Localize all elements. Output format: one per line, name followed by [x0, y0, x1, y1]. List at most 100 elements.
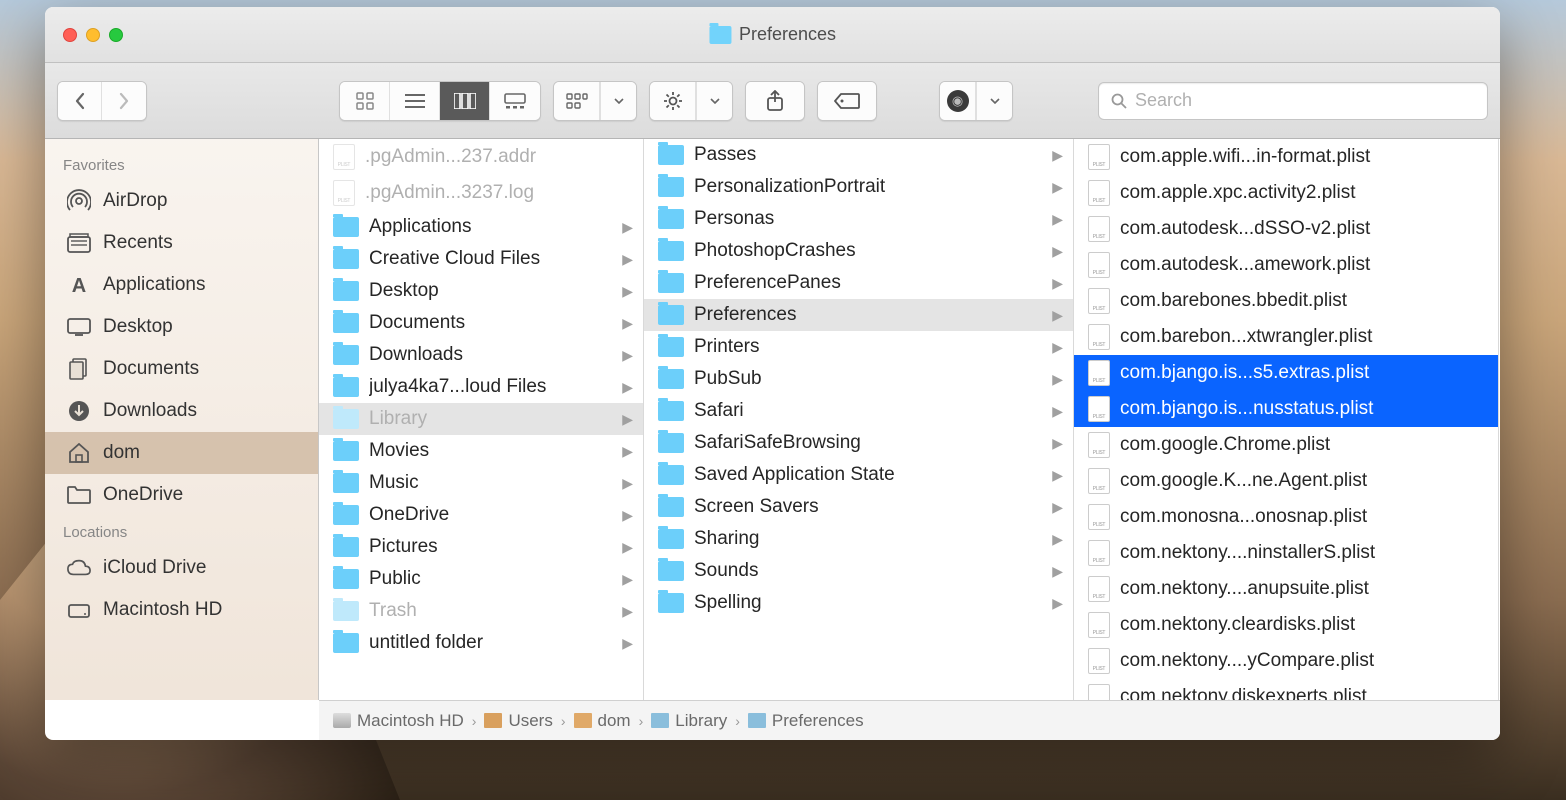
- sidebar-item-applications[interactable]: AApplications: [45, 264, 318, 306]
- arrange-group: [553, 81, 637, 121]
- file-item[interactable]: com.google.K...ne.Agent.plist: [1074, 463, 1498, 499]
- folder-item[interactable]: OneDrive▶: [319, 499, 643, 531]
- icon-view-button[interactable]: [340, 82, 390, 120]
- plist-file-icon: [1088, 648, 1110, 674]
- item-label: Preferences: [694, 304, 1042, 326]
- folder-icon: [658, 273, 684, 293]
- search-input[interactable]: [1135, 90, 1475, 111]
- folder-item[interactable]: Printers▶: [644, 331, 1073, 363]
- folder-item[interactable]: PubSub▶: [644, 363, 1073, 395]
- sidebar-item-desktop[interactable]: Desktop: [45, 306, 318, 348]
- file-item[interactable]: com.nektony....anupsuite.plist: [1074, 571, 1498, 607]
- path-segment[interactable]: Macintosh HD: [333, 711, 464, 731]
- path-segment[interactable]: dom: [574, 711, 631, 731]
- plist-file-icon: [1088, 504, 1110, 530]
- chevron-right-icon: ▶: [622, 379, 633, 396]
- sidebar-item-dom[interactable]: dom: [45, 432, 318, 474]
- file-item[interactable]: com.autodesk...amework.plist: [1074, 247, 1498, 283]
- back-button[interactable]: [58, 82, 102, 120]
- folder-item[interactable]: Public▶: [319, 563, 643, 595]
- folder-item[interactable]: Desktop▶: [319, 275, 643, 307]
- folder-item[interactable]: Personas▶: [644, 203, 1073, 235]
- file-item[interactable]: com.bjango.is...nusstatus.plist: [1074, 391, 1498, 427]
- folder-icon: [67, 483, 91, 507]
- forward-button[interactable]: [102, 82, 146, 120]
- path-segment[interactable]: Preferences: [748, 711, 864, 731]
- view-buttons: [339, 81, 541, 121]
- item-label: PubSub: [694, 368, 1042, 390]
- folder-item[interactable]: Library▶: [319, 403, 643, 435]
- action-group: [649, 81, 733, 121]
- quicklook-dropdown[interactable]: [976, 82, 1012, 120]
- sidebar: FavoritesAirDropRecentsAApplicationsDesk…: [45, 139, 319, 700]
- sidebar-item-downloads[interactable]: Downloads: [45, 390, 318, 432]
- folder-item[interactable]: Spelling▶: [644, 587, 1073, 619]
- file-item[interactable]: com.autodesk...dSSO-v2.plist: [1074, 211, 1498, 247]
- file-item[interactable]: com.barebon...xtwrangler.plist: [1074, 319, 1498, 355]
- path-segment[interactable]: Library: [651, 711, 727, 731]
- sidebar-item-documents[interactable]: Documents: [45, 348, 318, 390]
- folder-item[interactable]: Creative Cloud Files▶: [319, 243, 643, 275]
- share-button[interactable]: [746, 82, 804, 120]
- folder-item[interactable]: julya4ka7...loud Files▶: [319, 371, 643, 403]
- sidebar-item-macintosh-hd[interactable]: Macintosh HD: [45, 589, 318, 631]
- sidebar-item-recents[interactable]: Recents: [45, 222, 318, 264]
- action-dropdown[interactable]: [696, 82, 732, 120]
- file-item[interactable]: .pgAdmin...3237.log: [319, 175, 643, 211]
- file-item[interactable]: com.nektony....ninstallerS.plist: [1074, 535, 1498, 571]
- file-item[interactable]: com.bjango.is...s5.extras.plist: [1074, 355, 1498, 391]
- chevron-right-icon: ▶: [622, 219, 633, 236]
- arrange-button[interactable]: [554, 82, 600, 120]
- file-item[interactable]: com.barebones.bbedit.plist: [1074, 283, 1498, 319]
- file-item[interactable]: com.apple.xpc.activity2.plist: [1074, 175, 1498, 211]
- folder-item[interactable]: Sharing▶: [644, 523, 1073, 555]
- folder-item[interactable]: Sounds▶: [644, 555, 1073, 587]
- folder-item[interactable]: Safari▶: [644, 395, 1073, 427]
- folder-item[interactable]: Trash▶: [319, 595, 643, 627]
- folder-item[interactable]: Pictures▶: [319, 531, 643, 563]
- sidebar-item-icloud-drive[interactable]: iCloud Drive: [45, 547, 318, 589]
- folder-item[interactable]: Preferences▶: [644, 299, 1073, 331]
- file-item[interactable]: .pgAdmin...237.addr: [319, 139, 643, 175]
- folder-item[interactable]: Documents▶: [319, 307, 643, 339]
- folder-item[interactable]: Downloads▶: [319, 339, 643, 371]
- close-button[interactable]: [63, 28, 77, 42]
- file-item[interactable]: com.google.Chrome.plist: [1074, 427, 1498, 463]
- folder-item[interactable]: Passes▶: [644, 139, 1073, 171]
- file-item[interactable]: com.nektony.cleardisks.plist: [1074, 607, 1498, 643]
- content-area: FavoritesAirDropRecentsAApplicationsDesk…: [45, 139, 1500, 700]
- action-button[interactable]: [650, 82, 696, 120]
- folder-item[interactable]: untitled folder▶: [319, 627, 643, 659]
- file-item[interactable]: com.apple.wifi...in-format.plist: [1074, 139, 1498, 175]
- path-label: Library: [675, 711, 727, 731]
- search-field[interactable]: [1098, 82, 1488, 120]
- folder-item[interactable]: PhotoshopCrashes▶: [644, 235, 1073, 267]
- list-view-button[interactable]: [390, 82, 440, 120]
- gallery-view-button[interactable]: [490, 82, 540, 120]
- quicklook-button[interactable]: ◉: [940, 82, 976, 120]
- folder-item[interactable]: Applications▶: [319, 211, 643, 243]
- arrange-dropdown[interactable]: [600, 82, 636, 120]
- folder-item[interactable]: PreferencePanes▶: [644, 267, 1073, 299]
- minimize-button[interactable]: [86, 28, 100, 42]
- folder-item[interactable]: SafariSafeBrowsing▶: [644, 427, 1073, 459]
- folder-icon: [658, 465, 684, 485]
- folder-item[interactable]: Screen Savers▶: [644, 491, 1073, 523]
- file-item[interactable]: com.nektony.diskexperts.plist: [1074, 679, 1498, 700]
- sidebar-item-airdrop[interactable]: AirDrop: [45, 180, 318, 222]
- column-view-button[interactable]: [440, 82, 490, 120]
- folder-item[interactable]: Saved Application State▶: [644, 459, 1073, 491]
- folder-item[interactable]: Music▶: [319, 467, 643, 499]
- chevron-right-icon: ▶: [622, 251, 633, 268]
- file-item[interactable]: com.monosna...onosnap.plist: [1074, 499, 1498, 535]
- folder-item[interactable]: Movies▶: [319, 435, 643, 467]
- sidebar-item-onedrive[interactable]: OneDrive: [45, 474, 318, 516]
- tag-button[interactable]: [818, 82, 876, 120]
- chevron-right-icon: ▶: [1052, 499, 1063, 516]
- file-item[interactable]: com.nektony....yCompare.plist: [1074, 643, 1498, 679]
- zoom-button[interactable]: [109, 28, 123, 42]
- item-label: com.bjango.is...s5.extras.plist: [1120, 362, 1488, 384]
- folder-item[interactable]: PersonalizationPortrait▶: [644, 171, 1073, 203]
- home-icon: [574, 713, 592, 728]
- path-segment[interactable]: Users: [484, 711, 552, 731]
